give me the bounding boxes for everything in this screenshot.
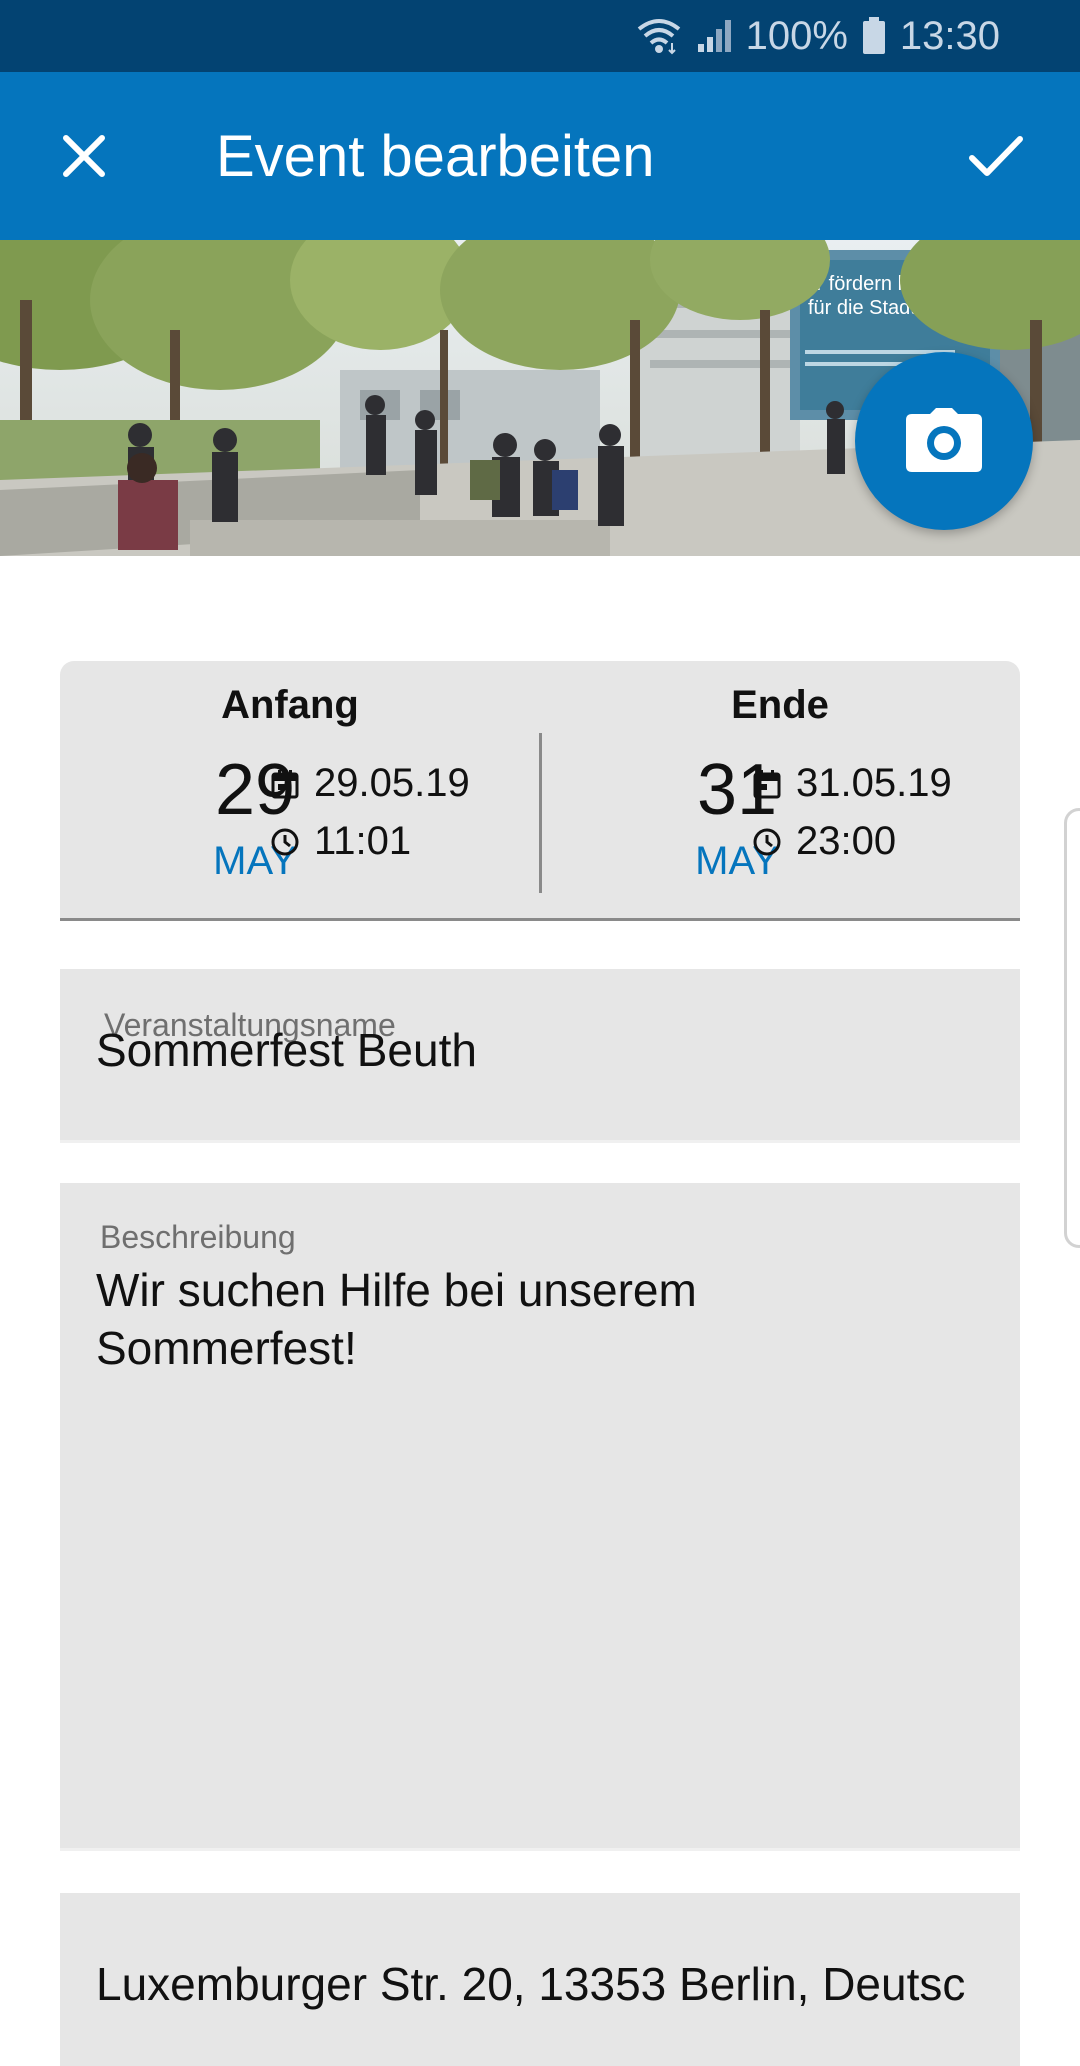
clock: 13:30 <box>899 13 1000 58</box>
end-time-row: 23:00 <box>752 819 896 864</box>
signal-icon <box>696 18 732 54</box>
start-label: Anfang <box>221 683 359 727</box>
description-input[interactable]: Wir suchen Hilfe bei unserem Sommerfest! <box>96 1261 1000 1377</box>
page-title: Event bearbeiten <box>216 124 655 189</box>
end-date-value: 31.05.19 <box>796 761 952 805</box>
battery-icon <box>862 17 886 55</box>
event-name-input[interactable]: Sommerfest Beuth <box>96 1021 1000 1079</box>
save-button[interactable] <box>954 114 1038 198</box>
start-date-row: 29.05.19 <box>270 761 470 806</box>
end-date-picker[interactable]: Ende 31 MAY 31.05.19 23:00 <box>540 661 1020 918</box>
battery-percent: 100% <box>745 13 848 58</box>
event-name-field[interactable]: Veranstaltungsname Sommerfest Beuth <box>60 969 1020 1143</box>
edge-panel-handle[interactable] <box>1064 808 1080 1248</box>
end-label: Ende <box>731 683 829 727</box>
description-label: Beschreibung <box>100 1219 296 1255</box>
app-bar: Event bearbeiten <box>0 72 1080 240</box>
address-field[interactable]: Luxemburger Str. 20, 13353 Berlin, Deuts… <box>60 1893 1020 2066</box>
start-date-picker[interactable]: Anfang 29 MAY 29.05.19 11:01 <box>60 661 540 918</box>
calendar-icon <box>270 769 300 799</box>
start-time-row: 11:01 <box>270 819 411 864</box>
close-icon <box>63 135 105 177</box>
checkmark-icon <box>969 136 1023 176</box>
status-bar: 100% 13:30 <box>0 0 1080 72</box>
address-input[interactable]: Luxemburger Str. 20, 13353 Berlin, Deuts… <box>96 1955 1000 2013</box>
wifi-icon <box>636 17 682 55</box>
description-field[interactable]: Beschreibung Wir suchen Hilfe bei unsere… <box>60 1183 1020 1851</box>
clock-icon <box>752 827 782 857</box>
start-time-value: 11:01 <box>314 819 412 863</box>
calendar-icon <box>752 769 782 799</box>
clock-icon <box>270 827 300 857</box>
close-button[interactable] <box>42 114 126 198</box>
banner-text-2: für die Stadt <box>808 297 916 319</box>
change-photo-button[interactable] <box>855 352 1033 530</box>
start-date-value: 29.05.19 <box>314 761 470 805</box>
end-date-row: 31.05.19 <box>752 761 952 806</box>
camera-icon <box>906 408 982 472</box>
end-time-value: 23:00 <box>796 819 897 863</box>
date-range-card: Anfang 29 MAY 29.05.19 11:01 Ende 31 MAY… <box>60 661 1020 921</box>
